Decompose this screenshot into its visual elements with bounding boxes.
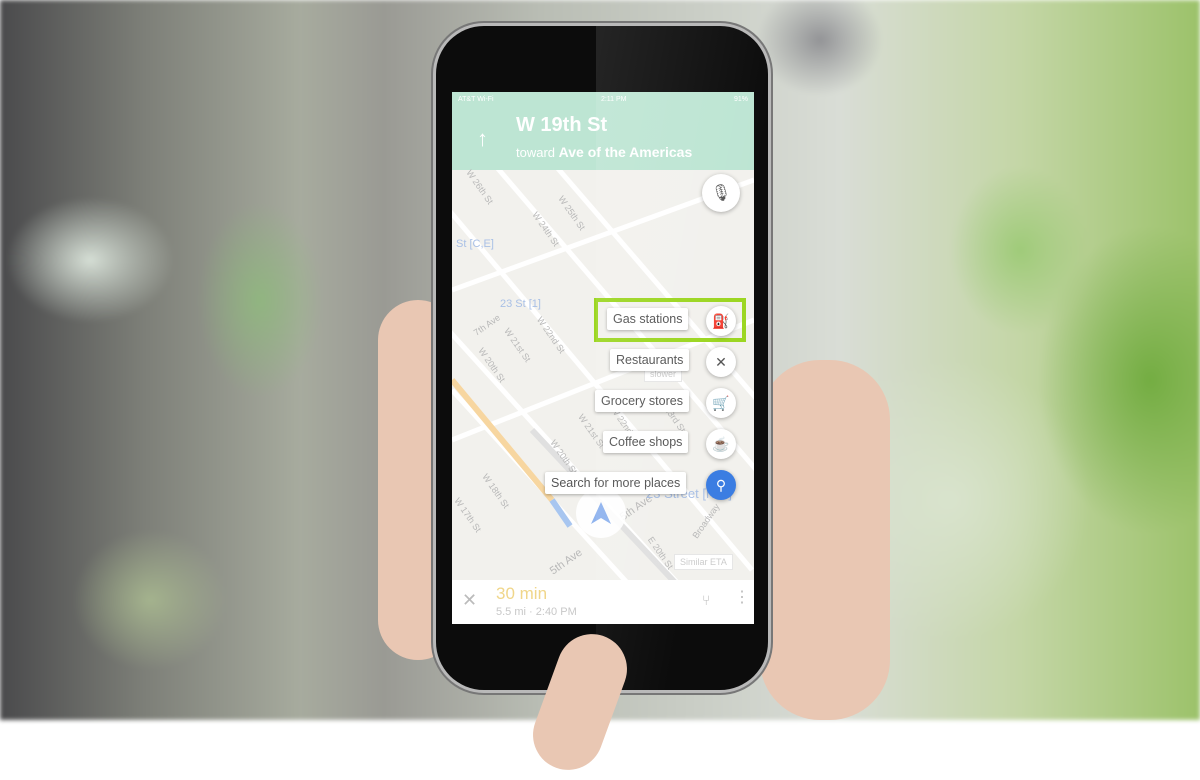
- hand-palm: [760, 360, 890, 720]
- route-segment: [549, 498, 573, 528]
- trip-separator: ·: [529, 606, 533, 618]
- trip-distance: 5.5 mi: [496, 606, 526, 618]
- route-traffic-segment: [452, 378, 555, 502]
- map-view[interactable]: W 26th St W 25th St W 24th St 7th Ave W …: [452, 168, 754, 580]
- gas-stations-button[interactable]: ⛽: [706, 306, 736, 336]
- category-chip-search-more[interactable]: Search for more places: [545, 472, 687, 494]
- clock: 2:11 PM: [600, 95, 627, 103]
- current-location-puck: [576, 488, 626, 538]
- route-tag-similar-eta[interactable]: Similar ETA: [674, 554, 733, 570]
- status-bar: AT&T Wi-Fi 2:11 PM 91%: [452, 92, 754, 106]
- microphone-icon: 🎙: [710, 185, 732, 202]
- voice-search-button[interactable]: 🎙: [702, 174, 740, 212]
- trip-arrival: 2:40 PM: [535, 606, 577, 618]
- coffee-cup-icon: ☕: [712, 435, 730, 452]
- fork-knife-icon: ✕: [715, 353, 727, 370]
- category-chip-grocery-stores[interactable]: Grocery stores: [595, 390, 689, 412]
- gas-pump-icon: ⛽: [712, 312, 730, 329]
- metro-station-label: 23 St [1]: [500, 298, 541, 310]
- more-options-button[interactable]: ⋮: [734, 590, 750, 606]
- current-street: W 19th St: [516, 114, 608, 136]
- toward-line: toward Ave of the Americas: [516, 144, 692, 160]
- category-chip-restaurants[interactable]: Restaurants: [610, 349, 690, 371]
- search-places-button[interactable]: ⚲: [706, 470, 736, 500]
- shopping-cart-icon: 🛒: [712, 394, 730, 411]
- arrow-up-icon: ↑: [477, 126, 488, 151]
- carrier-label: AT&T Wi-Fi: [458, 95, 494, 103]
- phone-screen: AT&T Wi-Fi 2:11 PM 91% ↑ W 19th St towar…: [452, 92, 754, 624]
- navigation-arrow-icon: [591, 502, 611, 524]
- more-vertical-icon: ⋮: [734, 589, 750, 606]
- close-navigation-button[interactable]: ✕: [462, 590, 477, 611]
- trip-details: 5.5 mi · 2:40 PM: [496, 606, 577, 618]
- trip-summary-bar: ✕ 30 min 5.5 mi · 2:40 PM ⑂ ⋮: [452, 580, 754, 624]
- battery-label: 91%: [733, 95, 748, 103]
- metro-station-label: St [C,E]: [456, 238, 494, 250]
- toward-prefix: toward: [516, 145, 556, 160]
- trip-duration: 30 min: [496, 584, 548, 603]
- coffee-shops-button[interactable]: ☕: [706, 429, 736, 459]
- navigation-header: AT&T Wi-Fi 2:11 PM 91% ↑ W 19th St towar…: [452, 92, 754, 170]
- close-icon: ✕: [462, 590, 478, 610]
- grocery-stores-button[interactable]: 🛒: [706, 388, 736, 418]
- route-fork-icon: ⑂: [702, 592, 711, 608]
- category-chip-gas-stations[interactable]: Gas stations: [607, 308, 689, 330]
- restaurants-button[interactable]: ✕: [706, 347, 736, 377]
- category-chip-coffee-shops[interactable]: Coffee shops: [603, 431, 689, 453]
- phone-device: AT&T Wi-Fi 2:11 PM 91% ↑ W 19th St towar…: [436, 26, 768, 690]
- search-icon: ⚲: [715, 476, 727, 493]
- toward-street: Ave of the Americas: [558, 144, 693, 160]
- alternate-routes-button[interactable]: ⑂: [702, 592, 710, 608]
